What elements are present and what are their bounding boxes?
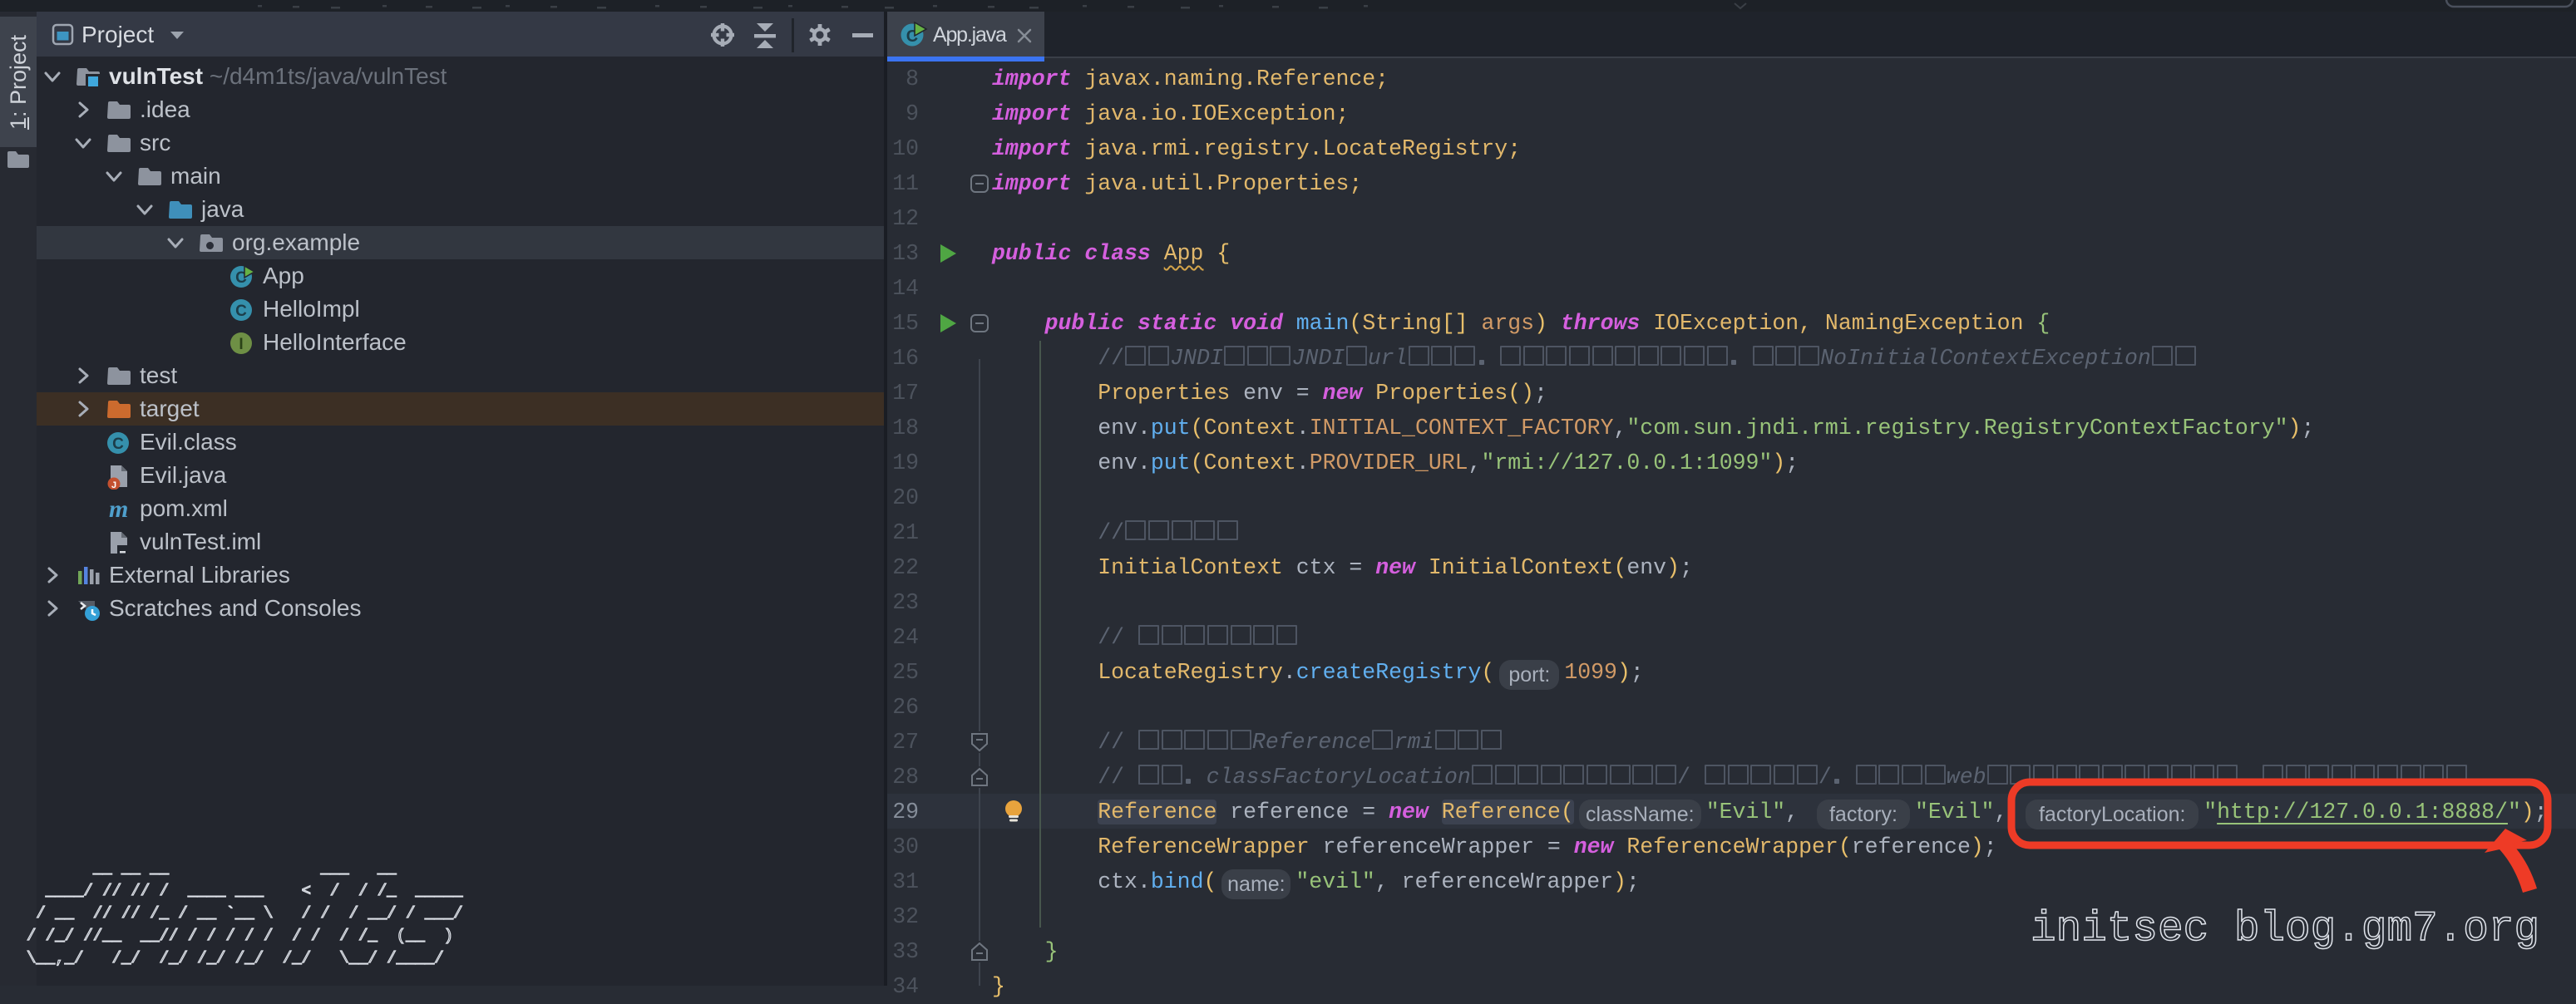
svg-text:J: J [111,480,116,490]
svg-text:C: C [235,303,247,320]
svg-text:m: m [109,498,128,521]
svg-text:I: I [239,336,243,353]
svg-text:C: C [112,436,124,453]
